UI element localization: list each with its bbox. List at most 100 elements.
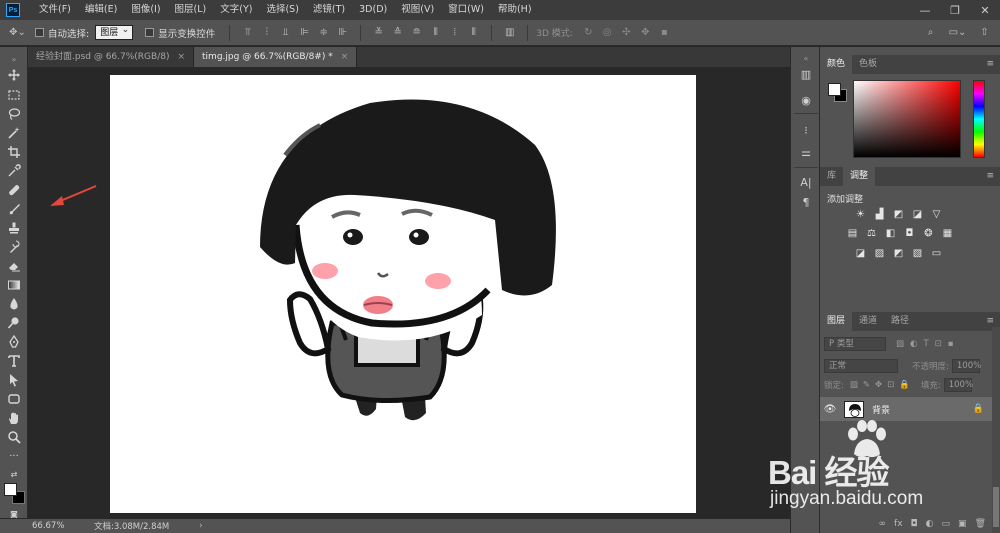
- distribute-bottom-icon[interactable]: ≘: [409, 26, 424, 40]
- levels-icon[interactable]: ▟: [873, 208, 886, 220]
- clone-stamp-tool-icon[interactable]: [5, 220, 23, 236]
- share-icon[interactable]: ⇧: [977, 25, 992, 39]
- dock-expand-icon[interactable]: «: [798, 51, 814, 65]
- invert-icon[interactable]: ◪: [854, 247, 867, 259]
- gradient-map-icon[interactable]: ▭: [930, 247, 943, 259]
- character-panel-icon[interactable]: A|: [798, 175, 814, 189]
- new-group-icon[interactable]: ▭: [942, 519, 951, 529]
- hand-tool-icon[interactable]: [5, 410, 23, 426]
- swap-colors-icon[interactable]: ⇄: [5, 466, 23, 482]
- distribute-top-icon[interactable]: ≚: [371, 26, 386, 40]
- paragraph-panel-icon[interactable]: ¶: [798, 195, 814, 209]
- zoom-tool-icon[interactable]: [5, 429, 23, 445]
- search-icon[interactable]: ⌕: [923, 25, 938, 39]
- menu-item-10[interactable]: 帮助(H): [491, 0, 539, 20]
- tab-swatches[interactable]: 色板: [852, 55, 884, 74]
- history-panel-icon[interactable]: ▥: [798, 67, 814, 81]
- color-swatches[interactable]: [4, 483, 26, 505]
- blend-mode-dropdown[interactable]: 正常: [824, 359, 898, 373]
- distribute-right-icon[interactable]: ⫴: [466, 26, 481, 40]
- align-hcenter-icon[interactable]: ≑: [316, 26, 331, 40]
- auto-align-icon[interactable]: ▥: [502, 26, 517, 40]
- panel-foreground-swatch[interactable]: [828, 83, 841, 96]
- tab-layers[interactable]: 图层: [820, 312, 853, 331]
- layer-lock-icon[interactable]: 🔒: [973, 404, 984, 414]
- quick-mask-icon[interactable]: ◙: [6, 510, 22, 519]
- brightness-icon[interactable]: ☀: [854, 208, 867, 220]
- link-layers-icon[interactable]: ∞: [879, 519, 887, 529]
- menu-item-7[interactable]: 3D(D): [352, 0, 394, 20]
- menu-item-8[interactable]: 视图(V): [394, 0, 441, 20]
- tab-close-icon[interactable]: ×: [177, 47, 185, 67]
- lasso-tool-icon[interactable]: [5, 106, 23, 122]
- eraser-tool-icon[interactable]: [5, 258, 23, 274]
- layer-filter-icons[interactable]: ▨◐T⊡▪: [896, 339, 960, 349]
- layer-row-background[interactable]: 👁 背景 🔒: [820, 397, 992, 421]
- marquee-tool-icon[interactable]: [5, 87, 23, 103]
- add-mask-icon[interactable]: ◘: [911, 519, 918, 529]
- status-menu-icon[interactable]: ›: [199, 521, 202, 531]
- color-balance-icon[interactable]: ⚖: [865, 227, 878, 239]
- visibility-eye-icon[interactable]: 👁: [820, 404, 840, 415]
- hue-slider[interactable]: [973, 80, 985, 158]
- foreground-color-swatch[interactable]: [4, 483, 17, 496]
- crop-tool-icon[interactable]: [5, 144, 23, 160]
- channel-mixer-icon[interactable]: ❂: [922, 227, 935, 239]
- dodge-tool-icon[interactable]: [5, 315, 23, 331]
- tab-channels[interactable]: 通道: [852, 312, 884, 331]
- 3d-roll-icon[interactable]: ◎: [600, 26, 615, 40]
- brush-settings-icon[interactable]: ⁝: [798, 123, 814, 137]
- 3d-pan-icon[interactable]: ✣: [619, 26, 634, 40]
- tab-cover-psd[interactable]: 经验封面.psd @ 66.7%(RGB/8) ×: [28, 47, 195, 67]
- panel-scrollbar[interactable]: [992, 327, 1000, 533]
- show-transform-checkbox[interactable]: [145, 28, 155, 37]
- photo-filter-icon[interactable]: ◘: [903, 227, 916, 239]
- menu-item-2[interactable]: 图像(I): [124, 0, 167, 20]
- align-left-icon[interactable]: ⊫: [297, 26, 312, 40]
- healing-brush-tool-icon[interactable]: [5, 182, 23, 198]
- align-right-icon[interactable]: ⊪: [335, 26, 350, 40]
- new-layer-icon[interactable]: ▣: [958, 519, 967, 529]
- move-tool-icon[interactable]: [5, 67, 23, 83]
- menu-item-4[interactable]: 文字(Y): [213, 0, 259, 20]
- 3d-scale-icon[interactable]: ▪: [657, 26, 672, 40]
- layer-kind-filter[interactable]: Ρ 类型: [824, 337, 886, 351]
- toolbar-collapse-icon[interactable]: »: [5, 51, 23, 67]
- history-brush-tool-icon[interactable]: [5, 239, 23, 255]
- threshold-icon[interactable]: ◩: [892, 247, 905, 259]
- tab-libraries[interactable]: 库: [820, 167, 843, 186]
- menu-item-9[interactable]: 窗口(W): [441, 0, 491, 20]
- menu-item-3[interactable]: 图层(L): [168, 0, 214, 20]
- gradient-tool-icon[interactable]: [5, 277, 23, 293]
- tab-paths[interactable]: 路径: [884, 312, 916, 331]
- tab-adjustments[interactable]: 调整: [843, 167, 876, 186]
- canvas-area[interactable]: [28, 67, 790, 518]
- menu-item-1[interactable]: 编辑(E): [78, 0, 124, 20]
- color-lookup-icon[interactable]: ▦: [941, 227, 954, 239]
- pen-tool-icon[interactable]: [5, 334, 23, 350]
- magic-wand-tool-icon[interactable]: [5, 125, 23, 141]
- minimize-button[interactable]: —: [910, 0, 940, 20]
- 3d-slide-icon[interactable]: ✥: [638, 26, 653, 40]
- move-tool-preset-icon[interactable]: ✥⌄: [9, 26, 26, 40]
- restore-button[interactable]: ❐: [940, 0, 970, 20]
- more-tools-icon[interactable]: ···: [5, 448, 23, 464]
- type-tool-icon[interactable]: [5, 353, 23, 369]
- menu-item-6[interactable]: 滤镜(T): [306, 0, 352, 20]
- workspace-icon[interactable]: ▭⌄: [949, 25, 967, 39]
- fill-input[interactable]: 100%: [943, 378, 973, 392]
- rectangle-tool-icon[interactable]: [5, 391, 23, 407]
- new-adjustment-icon[interactable]: ◐: [926, 519, 934, 529]
- eyedropper-tool-icon[interactable]: [5, 163, 23, 179]
- color-picker-field[interactable]: [853, 80, 961, 158]
- delete-layer-icon[interactable]: 🗑: [975, 519, 986, 529]
- distribute-hcenter-icon[interactable]: ⦙: [447, 26, 462, 40]
- adjustments-sliders-icon[interactable]: ⚌: [798, 145, 814, 159]
- menu-item-0[interactable]: 文件(F): [32, 0, 78, 20]
- panel-menu-icon[interactable]: ≡: [986, 55, 994, 74]
- auto-select-target-dropdown[interactable]: 图层: [95, 23, 134, 40]
- selective-color-icon[interactable]: ▧: [911, 247, 924, 259]
- black-white-icon[interactable]: ◧: [884, 227, 897, 239]
- close-button[interactable]: ✕: [970, 0, 1000, 20]
- posterize-icon[interactable]: ▨: [873, 247, 886, 259]
